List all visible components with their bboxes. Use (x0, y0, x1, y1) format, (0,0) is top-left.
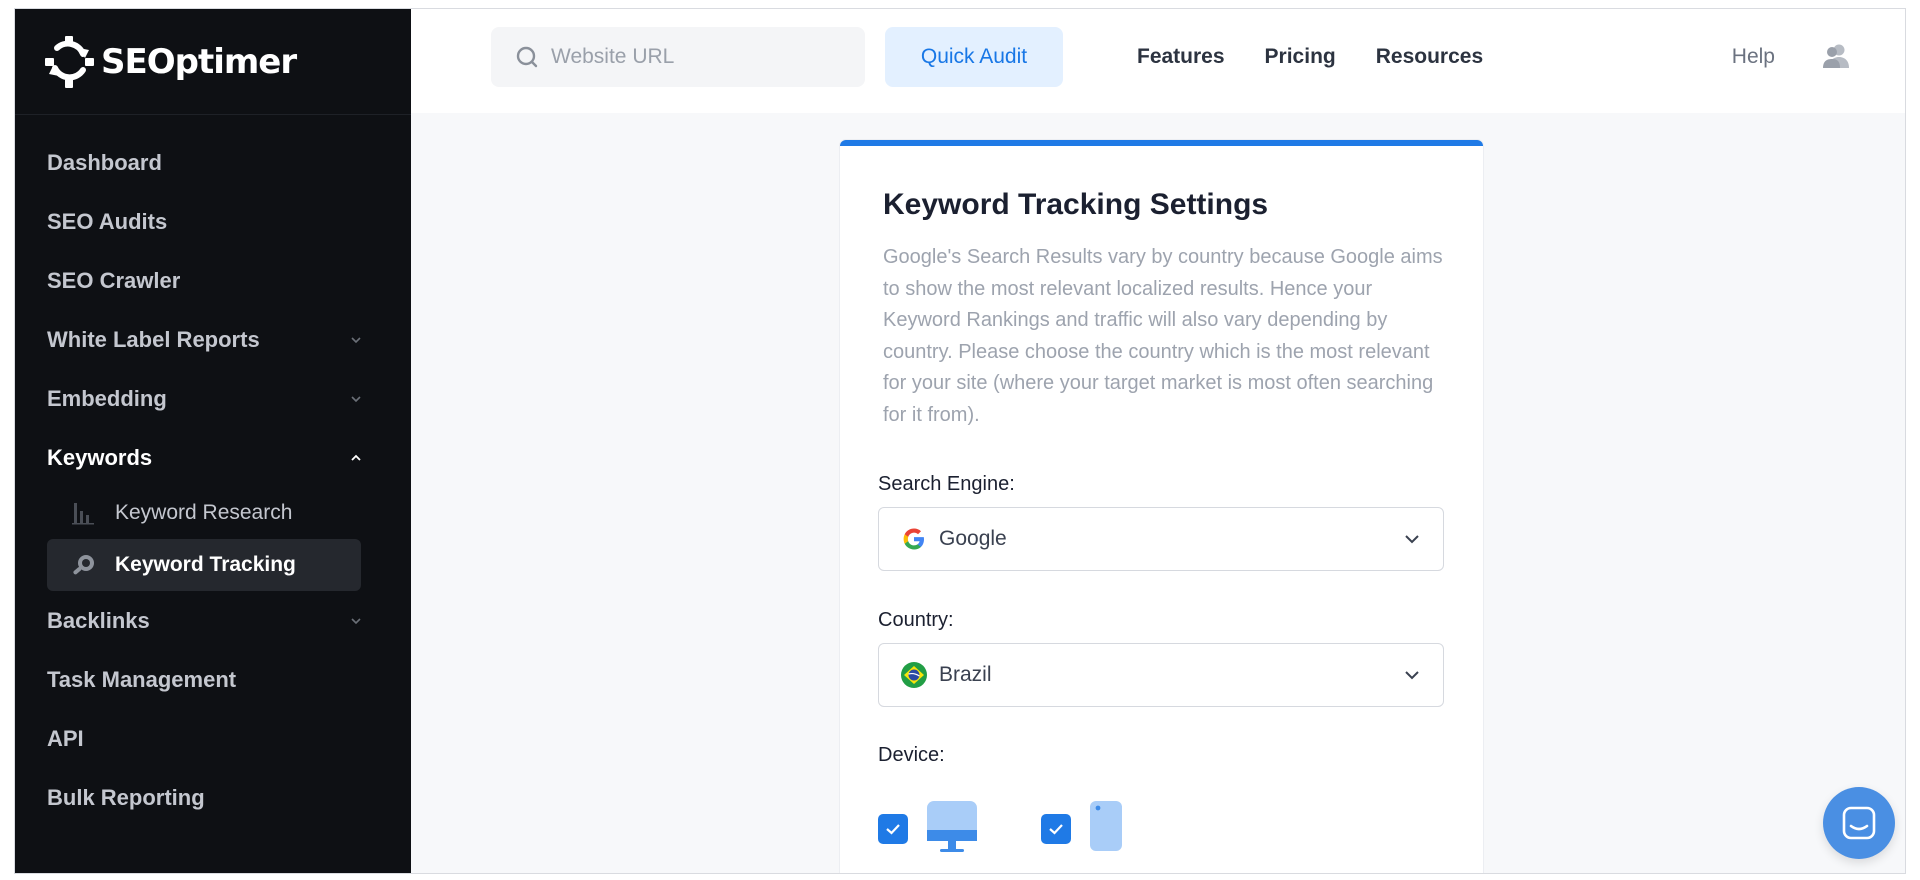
search-engine-value: Google (939, 527, 1007, 550)
sidebar-item-label: Keywords (47, 444, 153, 470)
country-select[interactable]: Brazil (878, 643, 1444, 707)
sidebar-item-label: Dashboard (47, 149, 162, 175)
sidebar-item-label: SEO Crawler (47, 267, 181, 293)
sidebar-item-backlinks[interactable]: Backlinks (15, 591, 411, 650)
sidebar-item-white-label-reports[interactable]: White Label Reports (15, 310, 411, 369)
sidebar-item-label: Bulk Reporting (47, 784, 205, 810)
sidebar-item-label: Embedding (47, 385, 167, 411)
sidebar: SEOptimer Dashboard SEO Audits SEO Crawl… (15, 9, 411, 873)
sidebar-item-seo-crawler[interactable]: SEO Crawler (15, 251, 411, 310)
sidebar-item-label: Task Management (47, 666, 237, 692)
website-url-input[interactable] (551, 45, 831, 69)
sidebar-item-label: White Label Reports (47, 326, 260, 352)
chevron-down-icon (351, 395, 361, 402)
sidebar-item-embedding[interactable]: Embedding (15, 369, 411, 428)
app-window: SEOptimer Dashboard SEO Audits SEO Crawl… (14, 8, 1906, 874)
keyword-tracking-settings-card: Keyword Tracking Settings Google's Searc… (840, 140, 1483, 873)
device-label: Device: (878, 744, 945, 766)
help-link[interactable]: Help (1732, 45, 1775, 69)
chevron-down-icon (1405, 671, 1419, 680)
sidebar-subitem-keyword-research[interactable]: Keyword Research (47, 487, 361, 539)
sidebar-item-seo-audits[interactable]: SEO Audits (15, 192, 411, 251)
brand-name: SEOptimer (101, 41, 297, 82)
magnifier-tracking-icon (71, 552, 101, 578)
sidebar-item-dashboard[interactable]: Dashboard (15, 133, 411, 192)
gear-logo-icon (45, 35, 94, 88)
nav-link-features[interactable]: Features (1137, 45, 1225, 69)
search-engine-select[interactable]: Google (878, 507, 1444, 571)
sidebar-subitem-keyword-tracking[interactable]: Keyword Tracking (47, 539, 361, 591)
chevron-down-icon (351, 336, 361, 343)
chevron-down-icon (1405, 535, 1419, 544)
sidebar-item-task-management[interactable]: Task Management (15, 650, 411, 709)
chat-widget-button[interactable] (1823, 787, 1895, 859)
checkmark-icon (886, 824, 900, 835)
search-icon (516, 46, 538, 68)
sidebar-subitem-label: Keyword Research (115, 501, 293, 524)
chat-icon (1842, 806, 1876, 840)
header-nav: Features Pricing Resources (1137, 9, 1483, 105)
logo[interactable]: SEOptimer (15, 9, 411, 115)
card-title: Keyword Tracking Settings (883, 188, 1269, 221)
chevron-up-icon (351, 454, 361, 461)
search-box[interactable] (491, 27, 865, 87)
sidebar-item-api[interactable]: API (15, 709, 411, 768)
sidebar-item-bulk-reporting[interactable]: Bulk Reporting (15, 768, 411, 827)
brazil-flag-icon (901, 662, 927, 688)
top-header: Quick Audit Features Pricing Resources H… (411, 9, 1905, 113)
desktop-icon (927, 801, 977, 852)
google-logo-icon (903, 528, 924, 550)
checkmark-icon (1049, 824, 1063, 835)
sidebar-item-label: SEO Audits (47, 208, 168, 234)
sidebar-nav: Dashboard SEO Audits SEO Crawler White L… (15, 115, 411, 827)
mobile-checkbox[interactable] (1041, 814, 1071, 844)
search-engine-label: Search Engine: (878, 473, 1015, 495)
sidebar-item-label: Backlinks (47, 607, 150, 633)
card-description: Google's Search Results vary by country … (883, 246, 1443, 426)
sidebar-item-keywords[interactable]: Keywords (15, 428, 411, 487)
bar-chart-icon (71, 500, 101, 526)
country-label: Country: (878, 609, 954, 631)
chevron-down-icon (351, 617, 361, 624)
nav-link-pricing[interactable]: Pricing (1265, 45, 1336, 69)
user-account-icon[interactable] (1821, 41, 1851, 71)
nav-link-resources[interactable]: Resources (1376, 45, 1483, 69)
sidebar-subitem-label: Keyword Tracking (115, 553, 296, 576)
sidebar-item-label: API (47, 725, 84, 751)
quick-audit-button[interactable]: Quick Audit (885, 27, 1063, 87)
mobile-phone-icon (1090, 801, 1122, 851)
country-value: Brazil (939, 663, 992, 686)
desktop-checkbox[interactable] (878, 814, 908, 844)
